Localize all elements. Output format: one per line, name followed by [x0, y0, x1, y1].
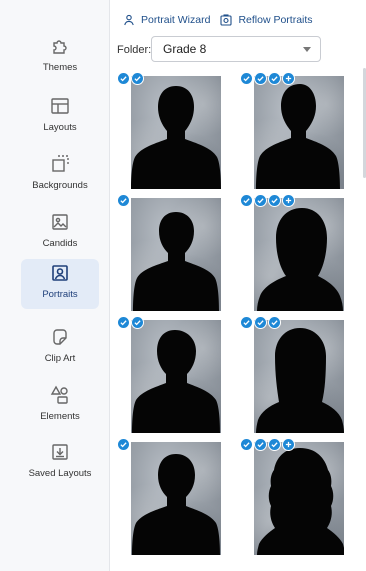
- sidebar-item-saved-layouts[interactable]: Saved Layouts: [21, 438, 99, 488]
- check-badge: [117, 194, 130, 207]
- portrait-wizard-button[interactable]: Portrait Wizard: [123, 14, 210, 26]
- check-badge: [268, 316, 281, 329]
- sticker-icon: [53, 329, 67, 345]
- portraits-panel: Portrait Wizard Reflow Portraits Folder:…: [111, 0, 366, 571]
- check-badge: [268, 438, 281, 451]
- portrait-grid: [111, 70, 366, 571]
- status-badges: [117, 316, 144, 329]
- sidebar-item-label: Candids: [42, 238, 78, 249]
- sidebar-item-candids[interactable]: Candids: [21, 208, 99, 258]
- status-badges: [117, 194, 130, 207]
- check-badge: [240, 316, 253, 329]
- sidebar-item-layouts[interactable]: Layouts: [21, 92, 99, 142]
- portrait-photo[interactable]: [254, 320, 344, 433]
- plus-badge: [282, 438, 295, 451]
- portrait-card[interactable]: [117, 194, 221, 311]
- silhouette-male: [132, 454, 220, 555]
- portrait-card[interactable]: [117, 316, 221, 433]
- person-icon: [124, 14, 134, 26]
- silhouette-male: [131, 86, 221, 189]
- silhouette-male: [256, 84, 340, 189]
- check-badge: [117, 316, 130, 329]
- reflow-portraits-button[interactable]: Reflow Portraits: [220, 14, 313, 26]
- sidebar-item-label: Portraits: [42, 289, 78, 300]
- silhouette-male: [132, 330, 220, 433]
- status-badges: [117, 438, 130, 451]
- sidebar-item-label: Clip Art: [44, 353, 76, 364]
- portrait-photo[interactable]: [254, 76, 344, 189]
- portrait-card[interactable]: [240, 316, 344, 433]
- portrait-photo[interactable]: [131, 320, 221, 433]
- check-badge: [117, 438, 130, 451]
- portrait-photo[interactable]: [254, 198, 344, 311]
- sidebar-item-backgrounds[interactable]: Backgrounds: [21, 150, 99, 200]
- sidebar-item-label: Saved Layouts: [28, 468, 92, 479]
- reflow-portraits-label: Reflow Portraits: [238, 14, 313, 26]
- status-badges: [117, 72, 144, 85]
- check-badge: [268, 72, 281, 85]
- sidebar-item-elements[interactable]: Elements: [21, 381, 99, 431]
- status-badges: [240, 72, 295, 85]
- sidebar-item-portraits[interactable]: Portraits: [21, 259, 99, 309]
- status-badges: [240, 438, 295, 451]
- sidebar-item-label: Elements: [40, 411, 80, 422]
- puzzle-icon: [53, 40, 67, 54]
- folder-label: Folder:: [117, 44, 152, 56]
- check-badge: [240, 72, 253, 85]
- left-tool-sidebar: Themes Layouts Backgrounds Candids Portr…: [0, 0, 110, 571]
- image-icon: [52, 214, 68, 230]
- sidebar-item-clip-art[interactable]: Clip Art: [21, 323, 99, 373]
- check-badge: [254, 194, 267, 207]
- background-icon: [52, 155, 69, 172]
- plus-badge: [282, 194, 295, 207]
- check-badge: [254, 72, 267, 85]
- folder-selected-value: Grade 8: [163, 42, 207, 56]
- portrait-card[interactable]: [240, 72, 344, 189]
- sidebar-item-label: Backgrounds: [32, 180, 88, 191]
- check-badge: [254, 438, 267, 451]
- status-badges: [240, 194, 295, 207]
- folder-dropdown[interactable]: Grade 8: [151, 36, 321, 62]
- check-badge: [117, 72, 130, 85]
- check-badge: [240, 438, 253, 451]
- portrait-actions: Portrait Wizard Reflow Portraits: [123, 14, 313, 26]
- portrait-card[interactable]: [117, 72, 221, 189]
- portrait-card[interactable]: [240, 194, 344, 311]
- portrait-photo[interactable]: [131, 198, 221, 311]
- check-badge: [131, 72, 144, 85]
- portrait-wizard-label: Portrait Wizard: [141, 14, 211, 26]
- portrait-photo[interactable]: [131, 442, 221, 555]
- sidebar-item-themes[interactable]: Themes: [21, 32, 99, 82]
- sidebar-item-label: Layouts: [43, 122, 77, 133]
- portrait-icon: [52, 265, 68, 281]
- check-badge: [254, 316, 267, 329]
- check-badge: [131, 316, 144, 329]
- shapes-icon: [50, 385, 68, 404]
- portrait-photo[interactable]: [254, 442, 344, 555]
- layout-icon: [51, 98, 69, 114]
- sidebar-item-label: Themes: [42, 62, 78, 73]
- silhouette-female-curly: [257, 448, 344, 555]
- reflow-icon: [220, 14, 232, 26]
- portrait-card[interactable]: [240, 438, 344, 555]
- portrait-card[interactable]: [117, 438, 221, 555]
- download-icon: [52, 444, 68, 460]
- check-badge: [240, 194, 253, 207]
- chevron-down-icon: [303, 47, 311, 52]
- portrait-photo[interactable]: [131, 76, 221, 189]
- silhouette-female-long: [256, 328, 344, 433]
- plus-badge: [282, 72, 295, 85]
- silhouette-female-bob: [257, 208, 343, 311]
- status-badges: [240, 316, 281, 329]
- silhouette-male: [133, 212, 219, 311]
- check-badge: [268, 194, 281, 207]
